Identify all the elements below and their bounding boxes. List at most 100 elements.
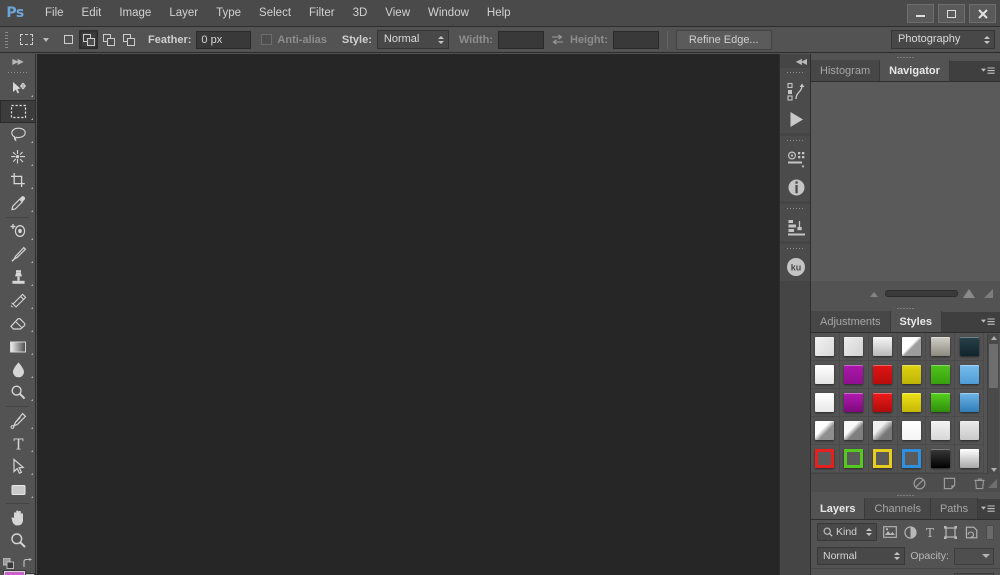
dock-group-grip-2[interactable] <box>780 136 810 145</box>
menu-select[interactable]: Select <box>250 2 300 24</box>
style-swatch-cell[interactable] <box>839 361 869 389</box>
menu-file[interactable]: File <box>36 2 73 24</box>
style-light-gray[interactable] <box>959 421 979 440</box>
rectangle-shape-tool[interactable] <box>0 478 36 501</box>
style-swatch-cell[interactable] <box>868 361 898 389</box>
layers-panel-menu-icon[interactable] <box>981 505 995 515</box>
style-swatch-cell[interactable] <box>955 333 984 361</box>
styles-panel-menu-icon[interactable] <box>981 318 995 328</box>
close-button[interactable] <box>969 4 996 23</box>
style-swatch-cell[interactable] <box>839 333 869 361</box>
style-curl-shadow-c[interactable] <box>873 421 893 440</box>
toolbar-collapse-icon[interactable]: ▶▶ <box>0 54 35 68</box>
dock-group-grip[interactable] <box>780 68 810 77</box>
style-swatch-cell[interactable] <box>926 417 956 445</box>
tab-histogram[interactable]: Histogram <box>811 60 881 81</box>
width-input[interactable] <box>498 30 544 49</box>
default-colors-icon[interactable] <box>2 557 14 569</box>
gradient-tool[interactable] <box>0 335 36 358</box>
style-swatch-cell[interactable] <box>897 389 927 417</box>
opacity-chevron-down-icon[interactable] <box>982 554 990 558</box>
swap-colors-icon[interactable] <box>22 558 33 569</box>
filter-pixel-layers-icon[interactable] <box>882 523 897 541</box>
style-swatch-cell[interactable] <box>839 389 869 417</box>
menu-layer[interactable]: Layer <box>160 2 207 24</box>
styles-resize-grip-icon[interactable] <box>987 478 998 489</box>
menu-image[interactable]: Image <box>110 2 160 24</box>
style-green-glow-button[interactable] <box>930 393 950 412</box>
dock-expand-icon[interactable]: ◀◀ <box>780 54 810 68</box>
brush-tool[interactable] <box>0 243 36 266</box>
move-tool[interactable] <box>0 77 36 100</box>
add-to-selection-button[interactable] <box>79 30 98 49</box>
menu-view[interactable]: View <box>376 2 419 24</box>
properties-panel-icon[interactable] <box>780 145 812 173</box>
style-metallic-gray[interactable] <box>930 337 950 356</box>
style-swatch-cell[interactable] <box>926 361 956 389</box>
style-folded-corner[interactable] <box>901 337 921 356</box>
style-yellow-outline[interactable] <box>873 449 893 468</box>
maximize-button[interactable] <box>938 4 965 23</box>
style-swatch-cell[interactable] <box>926 333 956 361</box>
style-green-button[interactable] <box>930 365 950 384</box>
style-swatch-cell[interactable] <box>811 417 840 445</box>
clear-style-button[interactable] <box>912 476 926 490</box>
dock-group-grip-4[interactable] <box>780 244 810 253</box>
foreground-color-swatch[interactable] <box>4 571 25 575</box>
menu-filter[interactable]: Filter <box>300 2 344 24</box>
style-green-outline[interactable] <box>844 449 864 468</box>
style-red-glow-button[interactable] <box>873 393 893 412</box>
dock-group-grip-3[interactable] <box>780 204 810 213</box>
spot-healing-brush-tool[interactable] <box>0 220 36 243</box>
feather-input[interactable] <box>196 30 252 49</box>
navigator-resize-grip-icon[interactable] <box>983 288 994 299</box>
style-swatch-cell[interactable] <box>868 417 898 445</box>
eyedropper-tool[interactable] <box>0 192 36 215</box>
style-swatch-cell[interactable] <box>926 389 956 417</box>
quick-selection-tool[interactable] <box>0 146 36 169</box>
style-swatch-cell[interactable] <box>897 361 927 389</box>
lasso-tool[interactable] <box>0 123 36 146</box>
crop-tool[interactable] <box>0 169 36 192</box>
style-swatch-cell[interactable] <box>897 445 927 473</box>
style-white-button[interactable] <box>815 365 835 384</box>
tab-channels[interactable]: Channels <box>865 498 931 519</box>
style-curl-shadow-b[interactable] <box>844 421 864 440</box>
new-style-button[interactable] <box>942 476 956 490</box>
style-purple-glow-button[interactable] <box>844 393 864 412</box>
zoom-tool[interactable] <box>0 529 36 552</box>
menu-type[interactable]: Type <box>207 2 250 24</box>
eraser-tool[interactable] <box>0 312 36 335</box>
style-dark-teal-button[interactable] <box>959 337 979 356</box>
style-blue-glow-button[interactable] <box>959 393 979 412</box>
menu-window[interactable]: Window <box>419 2 478 24</box>
tab-adjustments[interactable]: Adjustments <box>811 311 891 332</box>
style-white-glow-button[interactable] <box>815 393 835 412</box>
path-selection-tool[interactable] <box>0 455 36 478</box>
minimize-button[interactable] <box>907 4 934 23</box>
tool-preset-chevron-down-icon[interactable] <box>43 37 49 42</box>
tab-styles[interactable]: Styles <box>890 311 942 332</box>
filter-shape-layers-icon[interactable] <box>943 523 958 541</box>
style-swatch-cell[interactable] <box>868 389 898 417</box>
styles-scrollbar[interactable] <box>987 334 999 474</box>
height-input[interactable] <box>612 30 659 49</box>
style-red-button[interactable] <box>873 365 893 384</box>
history-brush-tool[interactable] <box>0 289 36 312</box>
style-yellow-glow-button[interactable] <box>901 393 921 412</box>
tab-paths[interactable]: Paths <box>930 498 979 519</box>
style-swatch-cell[interactable] <box>955 445 984 473</box>
navigator-preview[interactable] <box>811 82 1000 281</box>
styles-scroll-down-icon[interactable] <box>991 468 997 472</box>
type-tool[interactable]: T <box>0 432 36 455</box>
filter-type-layers-icon[interactable]: T <box>923 523 938 541</box>
menu-3d[interactable]: 3D <box>344 2 377 24</box>
hand-tool[interactable] <box>0 506 36 529</box>
style-basic-inner-bevel[interactable] <box>873 337 893 356</box>
style-swatch-cell[interactable] <box>868 445 898 473</box>
style-default-none[interactable] <box>815 337 835 356</box>
style-swatch-cell[interactable] <box>811 333 840 361</box>
active-tool-preset-icon[interactable] <box>13 29 39 51</box>
style-swatch-cell[interactable] <box>868 333 898 361</box>
kuler-panel-icon[interactable]: ku <box>780 253 812 281</box>
